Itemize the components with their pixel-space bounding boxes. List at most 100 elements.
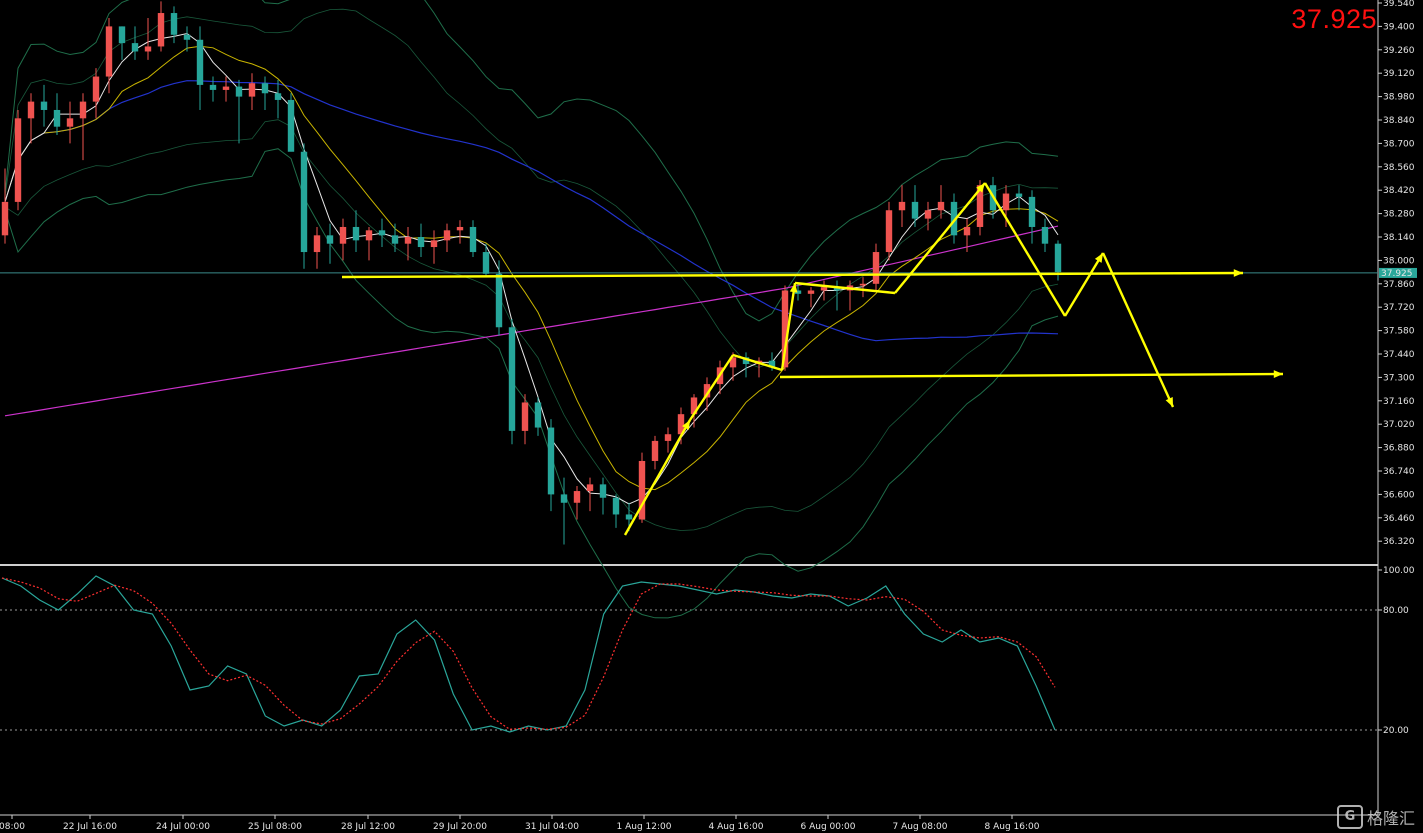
price-tick-label: 36.460	[1383, 514, 1415, 524]
candle-body	[820, 287, 828, 291]
candle-body	[404, 237, 412, 244]
candle-body	[300, 151, 308, 253]
candle-body	[14, 118, 22, 202]
candle-body	[1, 201, 9, 236]
wave-leg-6	[894, 182, 986, 294]
support-arrow-head	[1273, 370, 1283, 378]
price-tick-label: 38.140	[1383, 233, 1415, 243]
price-tick-label: 37.160	[1383, 397, 1415, 407]
time-tick-label: 31 Jul 04:00	[525, 822, 579, 832]
candle-body	[612, 497, 620, 515]
candle-body	[365, 230, 373, 241]
candle-body	[651, 440, 659, 461]
time-tick-label: 28 Jul 12:00	[341, 822, 395, 832]
price-tick-label: 37.580	[1383, 327, 1415, 337]
watermark-logo-icon: G	[1336, 805, 1363, 829]
candle-body	[196, 39, 204, 85]
candle-body	[924, 210, 932, 219]
bollinger-inner-lower	[4, 119, 1059, 531]
candle-body	[664, 434, 672, 441]
candle-body	[391, 235, 399, 244]
candle-body	[235, 86, 243, 97]
time-tick-label: 25 Jul 08:00	[248, 822, 302, 832]
candle-body	[586, 484, 594, 492]
candle-body	[625, 514, 633, 520]
candle-body	[937, 201, 945, 211]
candle-body	[898, 201, 906, 211]
candle-body	[1002, 193, 1010, 211]
projection-down-1	[983, 182, 1067, 317]
candle-body	[1028, 196, 1036, 227]
price-tick-label: 38.700	[1383, 139, 1415, 149]
candle-body	[183, 34, 191, 40]
candle-body	[339, 226, 347, 244]
price-tag-label: 37.925	[1381, 269, 1413, 279]
time-tick-label: 08:00	[0, 822, 25, 832]
candle-body	[443, 230, 451, 241]
time-tick-label: 22 Jul 16:00	[63, 822, 117, 832]
support-arrow	[779, 372, 1284, 379]
candle-body	[469, 226, 477, 253]
ma-magenta-line	[4, 225, 1059, 417]
candle-body	[274, 93, 282, 100]
candle-body	[118, 26, 126, 44]
candle-body	[482, 252, 490, 274]
price-tick-label: 36.320	[1383, 537, 1415, 547]
candle-body	[170, 13, 178, 35]
price-tick-label: 38.420	[1383, 186, 1415, 196]
price-tick-label: 38.000	[1383, 256, 1415, 266]
candle-body	[66, 118, 74, 127]
osc-tick-label: 100.00	[1383, 566, 1415, 576]
projection-down-2	[1101, 252, 1175, 408]
candle-body	[261, 83, 269, 94]
candle-body	[248, 83, 256, 97]
candle-body	[430, 240, 438, 248]
candle-body	[560, 494, 568, 503]
candle-body	[417, 237, 425, 248]
stochastic-d-line	[1, 577, 1056, 730]
candle-body	[79, 101, 87, 119]
candle-body	[326, 235, 334, 244]
osc-tick-label: 80.00	[1383, 606, 1409, 616]
price-tick-label: 37.440	[1383, 350, 1415, 360]
candle-body	[92, 76, 100, 102]
price-chart[interactable]: 39.540 39.400 39.260 39.120 38.980 38.840 38.7…	[0, 0, 1423, 833]
candle-body	[573, 491, 581, 503]
watermark: G 格隆汇	[1336, 805, 1415, 829]
price-tick-label: 39.400	[1383, 22, 1415, 32]
candle-body	[352, 226, 360, 241]
candle-body	[495, 273, 503, 328]
time-tick-label: 1 Aug 12:00	[617, 822, 672, 832]
price-tick-label: 37.720	[1383, 303, 1415, 313]
candle-body	[378, 230, 386, 236]
candle-body	[105, 26, 113, 77]
time-tick-label: 4 Aug 16:00	[709, 822, 764, 832]
wave-leg-1	[623, 419, 692, 536]
wave-leg-2	[688, 354, 735, 421]
candle-body	[27, 101, 35, 119]
ma-slow-line	[4, 45, 1059, 491]
candle-body	[508, 327, 516, 431]
time-tick-label: 8 Aug 16:00	[985, 822, 1040, 832]
time-tick-label: 24 Jul 00:00	[156, 822, 210, 832]
candle-body	[859, 283, 867, 286]
candle-body	[53, 109, 61, 127]
bollinger-lower	[4, 148, 1059, 619]
candle-body	[157, 13, 165, 47]
resistance-arrow-head	[1233, 269, 1243, 277]
price-tick-label: 36.880	[1383, 444, 1415, 454]
time-tick-label: 6 Aug 00:00	[801, 822, 856, 832]
ma-fast-line	[4, 32, 1059, 505]
projection-up	[1063, 252, 1105, 317]
candle-body	[287, 99, 295, 152]
candle-body	[1015, 193, 1023, 197]
watermark-text: 格隆汇	[1366, 809, 1415, 828]
candle-body	[209, 84, 217, 90]
candle-body	[911, 201, 919, 219]
candle-body	[807, 290, 815, 294]
price-tick-label: 38.280	[1383, 210, 1415, 220]
price-tick-label: 39.120	[1383, 69, 1415, 79]
candle-body	[963, 226, 971, 236]
osc-tick-label: 20.00	[1383, 726, 1409, 736]
bollinger-inner-upper	[4, 8, 1059, 368]
